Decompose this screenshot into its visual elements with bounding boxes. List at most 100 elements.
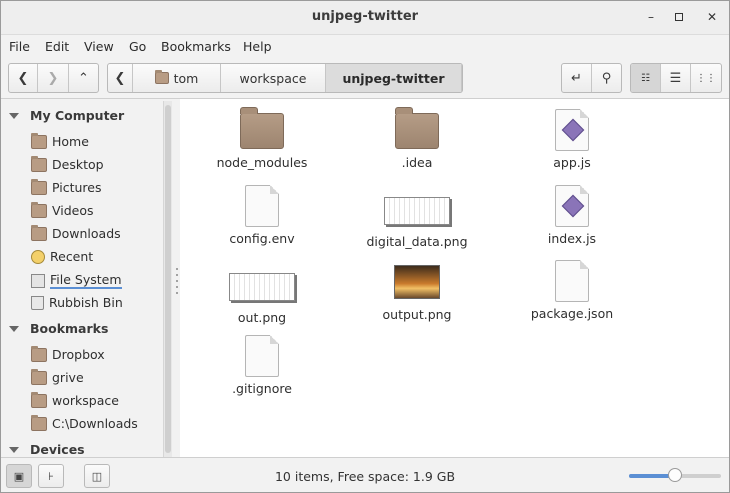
file-item[interactable]: app.js (502, 109, 642, 170)
sidebar-section-title: Bookmarks (30, 321, 109, 336)
file-item[interactable]: .idea (347, 107, 487, 170)
maximize-icon[interactable] (670, 9, 688, 25)
sidebar-item-rubbish-bin[interactable]: Rubbish Bin (31, 295, 123, 310)
expander-icon[interactable] (9, 325, 19, 332)
sidebar-item-label: Home (52, 134, 89, 149)
search-button[interactable]: ⚲ (592, 64, 621, 92)
file-item[interactable]: digital_data.png (347, 191, 487, 249)
expander-icon[interactable] (9, 446, 19, 453)
chevron-up-icon: ⌃ (78, 70, 89, 86)
back-button[interactable]: ❮ (9, 64, 38, 92)
sidebar-scrollbar[interactable] (163, 101, 172, 457)
clock-icon (31, 249, 45, 264)
view-mode-buttons: ☷ ☰ ⋮⋮ (630, 63, 722, 93)
compact-view-button[interactable]: ⋮⋮ (691, 64, 721, 92)
zoom-slider[interactable] (629, 468, 721, 482)
sidebar-item-label: Downloads (52, 226, 121, 241)
folder-icon (31, 414, 47, 431)
breadcrumb-tom[interactable]: tom (133, 64, 221, 92)
file-item[interactable]: node_modules (192, 107, 332, 170)
text-file-icon (555, 260, 589, 302)
home-folder-icon (154, 70, 169, 84)
chevron-left-icon: ❮ (114, 70, 126, 86)
videos-folder-icon (31, 201, 47, 218)
toggle-location-button[interactable]: ↵ (562, 64, 592, 92)
file-manager-window: unjpeg-twitter – ✕ File Edit View Go Boo… (0, 0, 730, 493)
minimize-icon[interactable]: – (642, 9, 660, 25)
zoom-slider-knob[interactable] (668, 468, 682, 482)
file-name: config.env (229, 231, 295, 246)
file-name: index.js (547, 231, 597, 246)
drive-icon (31, 273, 45, 288)
sidebar-section-bookmarks[interactable]: Bookmarks (9, 321, 108, 336)
folder-icon (31, 368, 47, 385)
file-name: out.png (237, 310, 287, 325)
menu-view[interactable]: View (84, 39, 114, 54)
sidebar-item-pictures[interactable]: Pictures (31, 178, 102, 195)
location-buttons: ↵ ⚲ (561, 63, 622, 93)
file-item[interactable]: .gitignore (192, 335, 332, 396)
location-entry-icon: ↵ (571, 70, 582, 86)
sidebar-item-file-system[interactable]: File System (31, 272, 122, 289)
sidebar-item-c-downloads[interactable]: C:\Downloads (31, 414, 138, 431)
breadcrumb-scroll-left-button[interactable]: ❮ (108, 64, 133, 92)
file-item[interactable]: package.json (502, 260, 642, 321)
sidebar-section-devices[interactable]: Devices (9, 442, 85, 457)
up-button[interactable]: ⌃ (69, 64, 98, 92)
close-icon[interactable]: ✕ (703, 9, 721, 25)
sidebar-item-grive[interactable]: grive (31, 368, 84, 385)
expander-icon[interactable] (9, 112, 19, 119)
sidebar-section-my-computer[interactable]: My Computer (9, 108, 124, 123)
menu-go[interactable]: Go (129, 39, 146, 54)
file-name: digital_data.png (366, 234, 468, 249)
sidebar-item-dropbox[interactable]: Dropbox (31, 345, 105, 362)
sidebar-item-label: Desktop (52, 157, 104, 172)
chevron-left-icon: ❮ (17, 70, 29, 86)
list-view-button[interactable]: ☰ (661, 64, 691, 92)
folder-icon (31, 345, 47, 362)
file-item[interactable]: out.png (192, 267, 332, 325)
file-name: node_modules (216, 155, 308, 170)
downloads-folder-icon (31, 224, 47, 241)
trash-icon (31, 295, 44, 310)
search-icon: ⚲ (601, 70, 612, 86)
sidebar-item-label: workspace (52, 393, 119, 408)
breadcrumb-unjpeg-twitter[interactable]: unjpeg-twitter (326, 64, 462, 92)
title-bar[interactable]: unjpeg-twitter – ✕ (1, 1, 729, 35)
pictures-folder-icon (31, 178, 47, 195)
sidebar-item-downloads[interactable]: Downloads (31, 224, 121, 241)
forward-button[interactable]: ❯ (38, 64, 69, 92)
window-title: unjpeg-twitter (311, 9, 419, 24)
sidebar-item-home[interactable]: Home (31, 132, 89, 149)
text-file-icon (245, 185, 279, 227)
javascript-file-icon (555, 185, 589, 227)
menu-help[interactable]: Help (243, 39, 272, 54)
scrollbar-thumb[interactable] (165, 105, 171, 453)
breadcrumb-workspace[interactable]: workspace (221, 64, 326, 92)
file-item[interactable]: output.png (347, 265, 487, 322)
desktop-folder-icon (31, 155, 47, 172)
folder-icon (395, 107, 439, 149)
menu-edit[interactable]: Edit (45, 39, 69, 54)
file-item[interactable]: index.js (502, 185, 642, 246)
sidebar-item-desktop[interactable]: Desktop (31, 155, 104, 172)
file-item[interactable]: config.env (192, 185, 332, 246)
folder-icon (31, 391, 47, 408)
sidebar-item-recent[interactable]: Recent (31, 249, 93, 264)
file-name: app.js (553, 155, 591, 170)
sidebar-item-label: Pictures (52, 180, 102, 195)
sidebar: My Computer Home Desktop Pictures Videos… (1, 99, 174, 457)
sidebar-item-videos[interactable]: Videos (31, 201, 94, 218)
pane-resize-handle[interactable] (176, 268, 179, 294)
sidebar-item-workspace[interactable]: workspace (31, 391, 119, 408)
home-folder-icon (31, 132, 47, 149)
file-name: .gitignore (232, 381, 292, 396)
image-thumbnail-icon (384, 197, 450, 225)
menu-file[interactable]: File (9, 39, 30, 54)
javascript-file-icon (555, 109, 589, 151)
menu-bookmarks[interactable]: Bookmarks (161, 39, 231, 54)
sidebar-section-title: My Computer (30, 108, 125, 123)
status-text: 10 items, Free space: 1.9 GB (274, 469, 456, 484)
icon-view-button[interactable]: ☷ (631, 64, 661, 92)
sidebar-item-label: File System (50, 272, 122, 289)
